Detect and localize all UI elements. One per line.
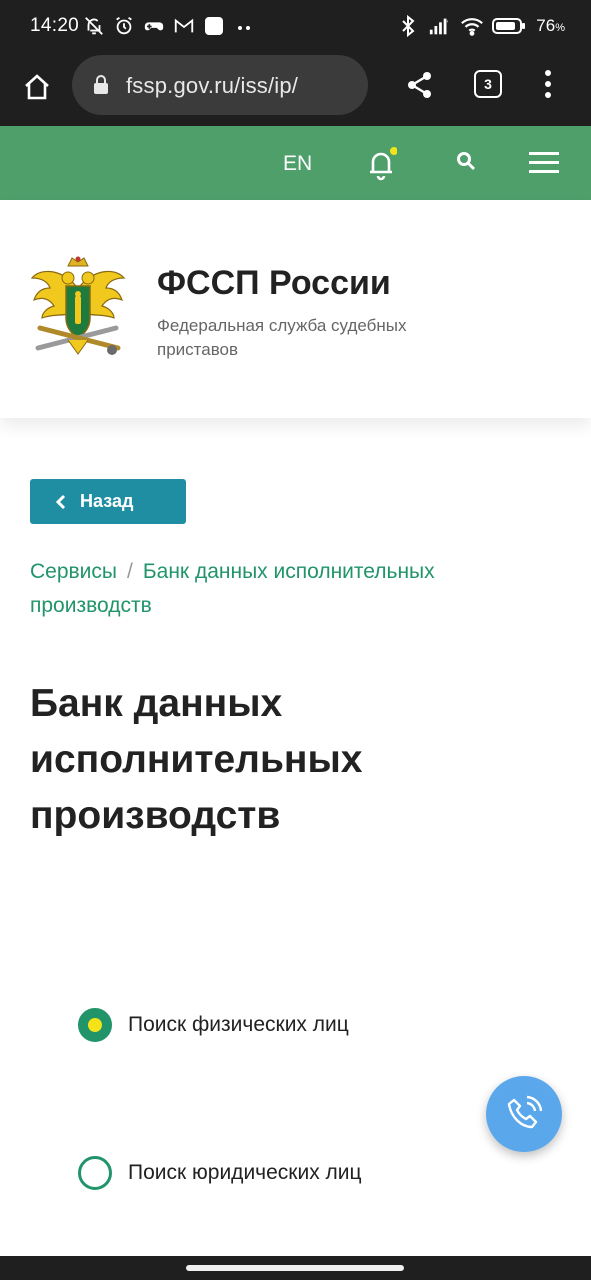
call-button[interactable]	[486, 1076, 562, 1152]
signal-icon: '	[428, 14, 452, 38]
gmail-icon	[172, 14, 196, 38]
status-time: 14:20	[30, 15, 80, 36]
wifi-icon	[460, 14, 484, 38]
radio-individuals[interactable]: Поиск физических лиц	[78, 1008, 349, 1042]
breadcrumb: Сервисы / Банк данных исполнительных произ…	[30, 555, 550, 623]
radio-legal-entities[interactable]: Поиск юридических лиц	[78, 1156, 362, 1190]
lock-icon	[92, 74, 110, 101]
home-button[interactable]	[18, 68, 56, 106]
address-bar[interactable]: fssp.gov.ru/iss/ip/	[72, 55, 368, 115]
tab-switcher-button[interactable]: 3	[474, 70, 502, 98]
radio-individuals-label[interactable]: Поиск физических лиц	[128, 1013, 349, 1037]
url-text: fssp.gov.ru/iss/ip/	[126, 73, 299, 98]
square-notification-icon	[202, 14, 226, 38]
search-icon	[457, 152, 476, 171]
language-switch[interactable]: EN	[283, 152, 312, 176]
radio-legal-entities-label[interactable]: Поиск юридических лиц	[128, 1161, 362, 1185]
fssp-emblem-icon[interactable]	[28, 256, 128, 362]
radio-button-checked[interactable]	[78, 1008, 112, 1042]
alarm-icon	[112, 14, 136, 38]
status-notification-icons	[82, 13, 256, 39]
page-title: Банк данных исполнительных производств	[30, 682, 363, 837]
breadcrumb-separator: /	[127, 560, 133, 583]
chevron-left-icon	[56, 494, 66, 509]
org-name[interactable]: ФССП России	[157, 264, 391, 303]
battery-icon	[492, 14, 526, 38]
breadcrumb-item-services[interactable]: Сервисы	[30, 560, 117, 583]
site-branding: ФССП России Федеральная служба судебных …	[0, 200, 591, 418]
hamburger-menu-button[interactable]	[529, 150, 559, 176]
hamburger-icon	[529, 152, 559, 173]
site-search-button[interactable]	[455, 150, 479, 174]
gesture-handle[interactable]	[186, 1265, 404, 1271]
home-icon	[25, 74, 49, 100]
org-subtitle: Федеральная служба судебных приставов	[157, 316, 407, 359]
radio-dot	[88, 1018, 102, 1032]
system-nav-bar	[0, 1256, 591, 1280]
back-button-label: Назад	[80, 491, 134, 511]
game-controller-icon	[142, 14, 166, 38]
back-button[interactable]: Назад	[30, 479, 186, 524]
muted-bell-icon	[82, 14, 106, 38]
share-button[interactable]	[405, 70, 435, 100]
phone-call-icon	[507, 1095, 543, 1129]
tab-count: 3	[484, 76, 492, 92]
kebab-menu-icon	[545, 70, 551, 98]
bluetooth-icon	[396, 14, 420, 38]
battery-level: 76%	[536, 16, 565, 35]
notifications-button[interactable]	[367, 147, 398, 181]
browser-toolbar: fssp.gov.ru/iss/ip/ 3	[0, 52, 591, 126]
status-system-icons: ' 76%	[396, 12, 565, 40]
more-dots-icon	[232, 14, 256, 38]
browser-menu-button[interactable]	[540, 68, 556, 100]
status-bar: 14:20 ' 76%	[0, 0, 591, 52]
svg-text:': '	[447, 19, 449, 27]
share-icon	[408, 72, 431, 98]
site-top-bar: EN	[0, 126, 591, 200]
bell-icon	[370, 147, 398, 181]
radio-button-unchecked[interactable]	[78, 1156, 112, 1190]
